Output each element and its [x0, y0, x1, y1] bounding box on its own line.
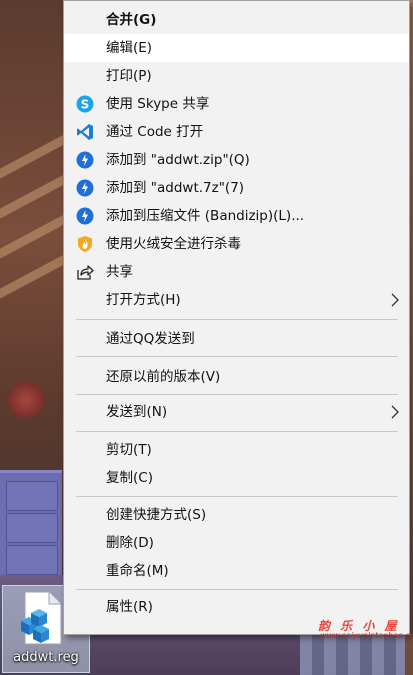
chevron-right-icon — [391, 405, 399, 419]
menu-item-create-shortcut[interactable]: 创建快捷方式(S) — [64, 501, 409, 529]
menu-item-add-to-archive-bandizip[interactable]: 添加到压缩文件 (Bandizip)(L)... — [64, 202, 409, 230]
menu-item-open-with[interactable]: 打开方式(H) — [64, 286, 409, 314]
menu-item-label: 通过 Code 打开 — [106, 124, 204, 140]
menu-separator — [76, 589, 398, 590]
menu-item-send-to[interactable]: 发送到(N) — [64, 398, 409, 426]
watermark-url: www.saiyunletaobao.com — [320, 631, 413, 640]
menu-separator — [76, 431, 398, 432]
menu-item-open-with-code[interactable]: 通过 Code 打开 — [64, 118, 409, 146]
menu-separator — [76, 394, 398, 395]
menu-item-label: 通过QQ发送到 — [106, 331, 195, 347]
menu-item-skype-share[interactable]: S 使用 Skype 共享 — [64, 90, 409, 118]
menu-item-share[interactable]: 共享 — [64, 258, 409, 286]
registry-file-icon — [21, 591, 62, 645]
wallpaper-plant — [6, 380, 46, 420]
menu-item-restore-previous-versions[interactable]: 还原以前的版本(V) — [64, 363, 409, 391]
watermark: 韵 乐 小 屋 www.saiyunletaobao.com — [318, 617, 413, 643]
bandizip-icon — [76, 151, 94, 169]
menu-item-label: 使用 Skype 共享 — [106, 96, 210, 112]
menu-item-cut[interactable]: 剪切(T) — [64, 436, 409, 464]
menu-item-label: 编辑(E) — [106, 40, 153, 56]
wallpaper-cabinet — [0, 470, 62, 578]
skype-icon: S — [76, 95, 94, 113]
context-menu: 合并(G) 编辑(E) 打印(P) S 使用 Skype 共享 通过 Code … — [63, 0, 410, 635]
share-icon — [77, 265, 94, 280]
menu-item-rename[interactable]: 重命名(M) — [64, 557, 409, 585]
menu-item-label: 剪切(T) — [106, 442, 152, 458]
file-name-label: addwt.reg — [13, 650, 79, 665]
menu-item-label: 创建快捷方式(S) — [106, 507, 207, 523]
menu-item-add-to-zip[interactable]: 添加到 "addwt.zip"(Q) — [64, 146, 409, 174]
menu-item-label: 合并(G) — [106, 12, 157, 28]
menu-item-send-via-qq[interactable]: 通过QQ发送到 — [64, 325, 409, 353]
menu-item-label: 共享 — [106, 264, 133, 280]
menu-item-label: 打开方式(H) — [106, 292, 181, 308]
huorong-shield-icon — [78, 236, 92, 252]
menu-item-print[interactable]: 打印(P) — [64, 62, 409, 90]
bandizip-icon — [76, 179, 94, 197]
menu-item-delete[interactable]: 删除(D) — [64, 529, 409, 557]
svg-text:S: S — [81, 98, 90, 112]
menu-item-label: 重命名(M) — [106, 563, 169, 579]
menu-item-label: 属性(R) — [106, 599, 153, 615]
vscode-icon — [77, 124, 93, 140]
menu-item-label: 发送到(N) — [106, 404, 168, 420]
menu-separator — [76, 496, 398, 497]
menu-item-edit[interactable]: 编辑(E) — [64, 34, 409, 62]
chevron-right-icon — [391, 293, 399, 307]
menu-item-label: 复制(C) — [106, 470, 153, 486]
menu-item-label: 删除(D) — [106, 535, 154, 551]
menu-item-label: 添加到压缩文件 (Bandizip)(L)... — [106, 208, 305, 224]
menu-item-label: 打印(P) — [106, 68, 152, 84]
menu-separator — [76, 356, 398, 357]
menu-item-label: 添加到 "addwt.7z"(7) — [106, 180, 245, 196]
menu-item-label: 使用火绒安全进行杀毒 — [106, 236, 241, 252]
menu-item-copy[interactable]: 复制(C) — [64, 464, 409, 492]
menu-item-merge[interactable]: 合并(G) — [64, 6, 409, 34]
menu-item-add-to-7z[interactable]: 添加到 "addwt.7z"(7) — [64, 174, 409, 202]
bandizip-icon — [76, 207, 94, 225]
menu-item-huorong-scan[interactable]: 使用火绒安全进行杀毒 — [64, 230, 409, 258]
menu-item-label: 还原以前的版本(V) — [106, 369, 221, 385]
menu-item-label: 添加到 "addwt.zip"(Q) — [106, 152, 250, 168]
menu-separator — [76, 319, 398, 320]
